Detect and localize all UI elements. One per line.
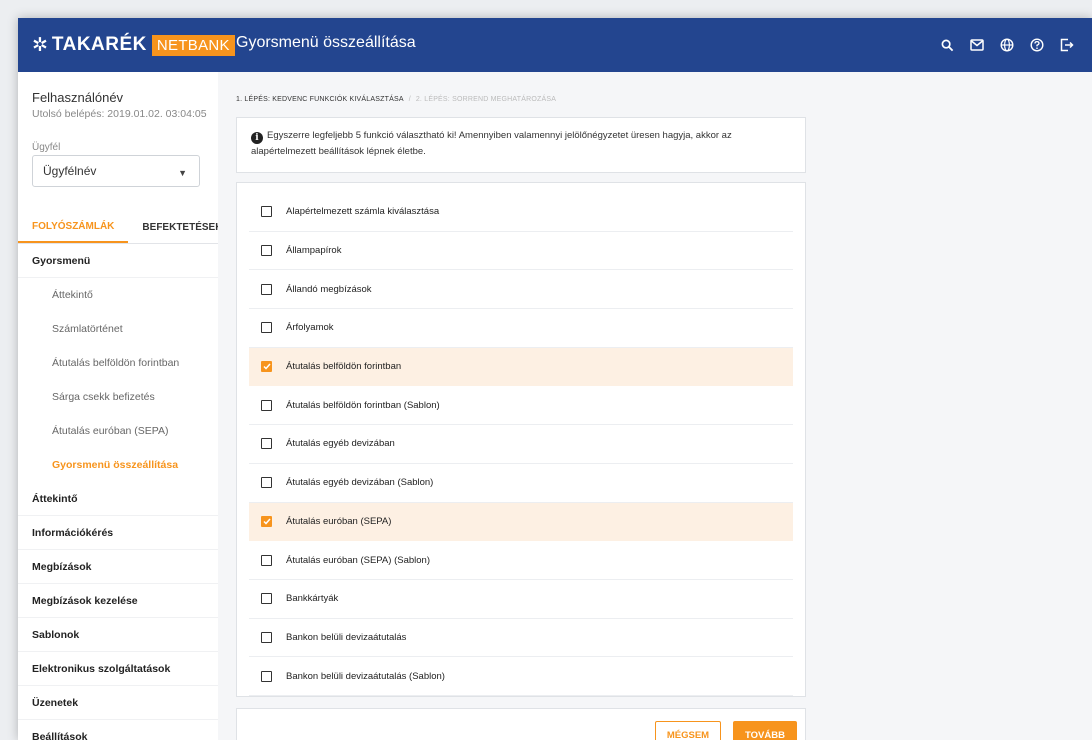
list-item-label: Bankon belüli devizaátutalás [286,631,407,643]
checkbox[interactable] [261,206,272,218]
sidebar-item-sablonok[interactable]: Sablonok [18,618,218,652]
list-item[interactable]: Átutalás belföldön forintban (Sablon) [249,386,793,426]
sidebar-subitem-attekinto[interactable]: Áttekintő [18,278,218,312]
sidebar-item-beallitasok[interactable]: Beállítások [18,720,218,740]
list-item[interactable]: Bankon belüli devizaátutalás [249,619,793,658]
list-item[interactable]: Átutalás egyéb devizában (Sablon) [249,464,793,503]
list-item[interactable]: Árfolyamok [249,309,793,348]
sidebar-nav: Gyorsmenü Áttekintő Számlatörténet Átuta… [18,244,218,740]
breadcrumb-step-2: 2. LÉPÉS: SORREND MEGHATÁROZÁSA [415,96,557,103]
checkbox[interactable] [261,438,272,450]
checkbox[interactable] [261,283,272,295]
top-icons [932,32,1082,58]
client-label: Ügyfél [32,142,61,153]
list-item-label: Átutalás belföldön forintban (Sablon) [286,399,440,411]
sidebar-item-megbizasok-kezelese[interactable]: Megbízások kezelése [18,584,218,618]
info-text-line1: Egyszerre legfeljebb 5 funkció választha… [267,130,732,141]
main-content: 1. LÉPÉS: KEDVENC FUNKCIÓK KIVÁLASZTÁSA /… [218,72,1092,740]
breadcrumb-step-1[interactable]: 1. LÉPÉS: KEDVENC FUNKCIÓK KIVÁLASZTÁSA [236,96,404,103]
account-tabs: FOLYÓSZÁMLÁK BEFEKTETÉSEK [18,212,222,244]
sidebar-subitem-atutalas-belfoldon[interactable]: Átutalás belföldön forintban [18,346,218,380]
search-icon[interactable] [932,32,962,58]
list-item[interactable]: Átutalás belföldön forintban [249,347,793,387]
top-bar: ✲ TAKARÉK NETBANK Gyorsmenü összeállítás… [18,18,1092,72]
logo-star-icon: ✲ [32,34,48,56]
tab-folyoszamlak[interactable]: FOLYÓSZÁMLÁK [18,212,129,243]
checkbox[interactable] [261,245,272,257]
check-icon [262,363,271,370]
app-window: ✲ TAKARÉK NETBANK Gyorsmenü összeállítás… [18,18,1092,740]
sidebar-subitem-sarga-csekk[interactable]: Sárga csekk befizetés [18,380,218,414]
action-bar: MÉGSEM TOVÁBB [236,708,806,740]
list-item-label: Átutalás egyéb devizában (Sablon) [286,477,434,489]
list-item-label: Bankkártyák [286,593,339,605]
check-icon [262,518,271,525]
logo[interactable]: ✲ TAKARÉK NETBANK [32,32,235,58]
sidebar-item-gyorsmenu[interactable]: Gyorsmenü [18,244,218,278]
list-item-label: Bankon belüli devizaátutalás (Sablon) [286,670,445,682]
list-item[interactable]: Átutalás egyéb devizában [249,425,793,464]
checkbox[interactable] [261,593,272,605]
sidebar-item-informaciokeres[interactable]: Információkérés [18,516,218,550]
logout-icon[interactable] [1052,32,1082,58]
checkbox-checked[interactable] [261,361,272,373]
client-select-value: Ügyfélnév [43,164,97,178]
sidebar-item-elektronikus-szolgaltatasok[interactable]: Elektronikus szolgáltatások [18,652,218,686]
list-item-label: Átutalás euróban (SEPA) (Sablon) [286,554,430,566]
sidebar-item-megbizasok[interactable]: Megbízások [18,550,218,584]
list-item[interactable]: Bankkártyák [249,580,793,619]
checkbox-checked[interactable] [261,515,272,527]
breadcrumb-separator: / [408,96,411,103]
help-icon[interactable] [1022,32,1052,58]
list-item-label: Átutalás egyéb devizában [286,438,395,450]
checkbox[interactable] [261,670,272,682]
logo-badge: NETBANK [151,34,235,56]
list-item-label: Átutalás belföldön forintban [286,361,402,373]
info-text-line2: alapértelmezett beállítások lépnek életb… [251,146,426,157]
checkbox[interactable] [261,554,272,566]
next-button[interactable]: TOVÁBB [733,721,797,740]
list-item-label: Állampapírok [286,245,342,257]
list-item[interactable]: Bankon belüli devizaátutalás (Sablon) [249,657,793,696]
sidebar-item-uzenetek[interactable]: Üzenetek [18,686,218,720]
mail-icon[interactable] [962,32,992,58]
sidebar-item-attekinto[interactable]: Áttekintő [18,482,218,516]
list-item[interactable]: Átutalás euróban (SEPA) (Sablon) [249,541,793,580]
client-select[interactable]: Ügyfélnév ▼ [32,155,200,187]
checkbox[interactable] [261,477,272,489]
list-item[interactable]: Átutalás euróban (SEPA) [249,502,793,542]
list-item[interactable]: Állandó megbízások [249,270,793,310]
caret-down-icon: ▼ [178,168,187,178]
sidebar: Felhasználónév Utolsó belépés: 2019.01.0… [18,72,222,740]
cancel-button[interactable]: MÉGSEM [655,721,721,740]
function-list: Alapértelmezett számla kiválasztása Álla… [236,182,806,697]
globe-icon[interactable] [992,32,1022,58]
user-name: Felhasználónév [32,90,124,105]
list-item-label: Állandó megbízások [286,283,372,295]
info-icon: i [251,132,263,144]
list-item-label: Árfolyamok [286,322,334,334]
logo-text: TAKARÉK [51,34,147,55]
info-box: i Egyszerre legfeljebb 5 funkció választh… [236,117,806,173]
checkbox[interactable] [261,399,272,411]
last-login: Utolsó belépés: 2019.01.02. 03:04:05 [32,108,207,120]
list-item[interactable]: Alapértelmezett számla kiválasztása [249,193,793,232]
list-item[interactable]: Állampapírok [249,232,793,271]
sidebar-subitem-szamlatortenet[interactable]: Számlatörténet [18,312,218,346]
page-title: Gyorsmenü összeállítása [236,34,416,51]
sidebar-subitem-gyorsmenu-osszeallitasa[interactable]: Gyorsmenü összeállítása [18,448,218,482]
list-item-label: Átutalás euróban (SEPA) [286,515,392,527]
checkbox[interactable] [261,322,272,334]
checkbox[interactable] [261,631,272,643]
sidebar-subitem-atutalas-euroban[interactable]: Átutalás euróban (SEPA) [18,414,218,448]
breadcrumb: 1. LÉPÉS: KEDVENC FUNKCIÓK KIVÁLASZTÁSA /… [236,96,556,103]
list-item-label: Alapértelmezett számla kiválasztása [286,206,440,218]
